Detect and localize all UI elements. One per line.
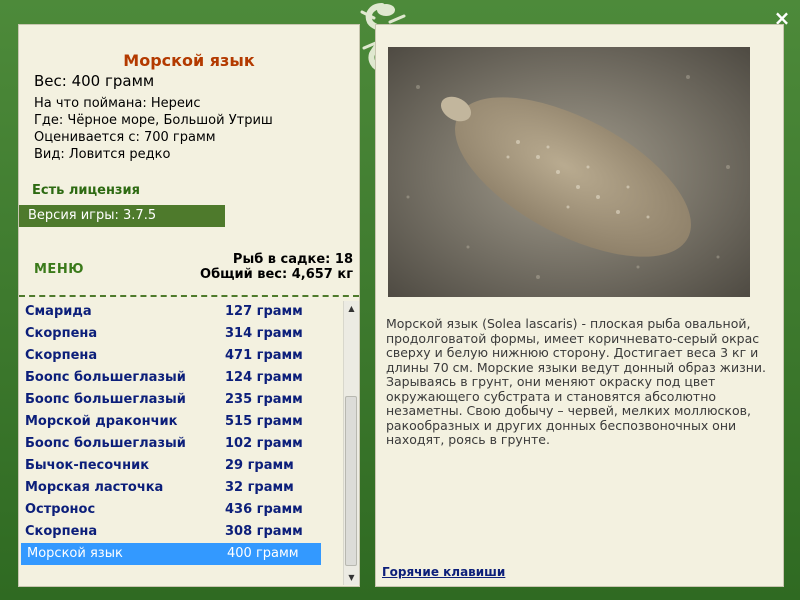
list-item-name: Остронос <box>25 502 96 517</box>
list-item[interactable]: Смарида 127 грамм <box>19 301 343 323</box>
list-item-name: Скорпена <box>25 524 98 539</box>
scroll-down-icon[interactable]: ▼ <box>344 570 359 585</box>
location-text: Где: Чёрное море, Большой Утриш <box>34 113 273 128</box>
menu-button[interactable]: МЕНЮ <box>34 262 84 277</box>
list-item[interactable]: Остронос 436 грамм <box>19 499 343 521</box>
list-item-name: Морской дракончик <box>25 414 178 429</box>
list-item[interactable]: Бычок-песочник 29 грамм <box>19 455 343 477</box>
list-item-weight: 515 грамм <box>225 414 303 429</box>
list-item-weight: 314 грамм <box>225 326 303 341</box>
list-item-weight: 471 грамм <box>225 348 303 363</box>
list-item[interactable]: Морской дракончик 515 грамм <box>19 411 343 433</box>
scroll-up-icon[interactable]: ▲ <box>344 301 359 316</box>
fish-photo <box>388 47 750 297</box>
list-item-weight: 400 грамм <box>227 546 299 561</box>
list-item[interactable]: Боопс большеглазый 235 грамм <box>19 389 343 411</box>
price-text: Оценивается с: 700 грамм <box>34 130 216 145</box>
list-item-name: Морской язык <box>27 546 123 561</box>
license-status: Есть лицензия <box>32 183 140 198</box>
list-item-weight: 235 грамм <box>225 392 303 407</box>
kind-text: Вид: Ловится редко <box>34 147 171 162</box>
list-item-name: Скорпена <box>25 326 98 341</box>
list-item-name: Боопс большеглазый <box>25 392 186 407</box>
fish-weight: Вес: 400 грамм <box>34 72 155 90</box>
list-item-weight: 436 грамм <box>225 502 303 517</box>
list-item-name: Бычок-песочник <box>25 458 150 473</box>
list-item[interactable]: Морской язык 400 грамм <box>21 543 321 565</box>
list-item-weight: 29 грамм <box>225 458 294 473</box>
list-item[interactable]: Боопс большеглазый 102 грамм <box>19 433 343 455</box>
fish-details: На что поймана: Нереис Где: Чёрное море,… <box>34 95 273 163</box>
version-bar: Версия игры: 3.7.5 <box>19 205 225 227</box>
catch-list[interactable]: Смарида 127 грамм Скорпена 314 грамм Скорпен… <box>19 301 343 585</box>
fish-photo-icon <box>388 47 750 297</box>
scrollbar[interactable]: ▲ ▼ <box>343 301 359 585</box>
hotkeys-link[interactable]: Горячие клавиши <box>382 565 505 579</box>
fish-description: Морской язык (Solea lascaris) - плоская … <box>386 316 766 447</box>
list-item-weight: 102 грамм <box>225 436 303 451</box>
list-item-weight: 127 грамм <box>225 304 303 319</box>
list-item[interactable]: Скорпена 314 грамм <box>19 323 343 345</box>
fish-count: Рыб в садке: 18 <box>232 252 353 267</box>
list-item-name: Смарида <box>25 304 92 319</box>
scroll-thumb[interactable] <box>345 396 357 566</box>
list-item-weight: 124 грамм <box>225 370 303 385</box>
fish-title: Морской язык <box>123 51 255 70</box>
list-item[interactable]: Скорпена 471 грамм <box>19 345 343 367</box>
list-item[interactable]: Скорпена 308 грамм <box>19 521 343 543</box>
list-item-weight: 32 грамм <box>225 480 294 495</box>
catch-stats: Рыб в садке: 18 Общий вес: 4,657 кг <box>200 252 353 282</box>
fish-info-panel: Морской язык Вес: 400 грамм На что пойма… <box>18 24 360 587</box>
list-item-name: Скорпена <box>25 348 98 363</box>
list-item-name: Боопс большеглазый <box>25 436 186 451</box>
list-item[interactable]: Морская ласточка 32 грамм <box>19 477 343 499</box>
fish-description-panel: Морской язык (Solea lascaris) - плоская … <box>375 24 784 587</box>
divider <box>19 295 359 297</box>
total-weight: Общий вес: 4,657 кг <box>200 267 353 282</box>
list-item-name: Боопс большеглазый <box>25 370 186 385</box>
caught-on-text: На что поймана: Нереис <box>34 96 201 111</box>
list-item-weight: 308 грамм <box>225 524 303 539</box>
list-item[interactable]: Боопс большеглазый 124 грамм <box>19 367 343 389</box>
list-item-name: Морская ласточка <box>25 480 164 495</box>
